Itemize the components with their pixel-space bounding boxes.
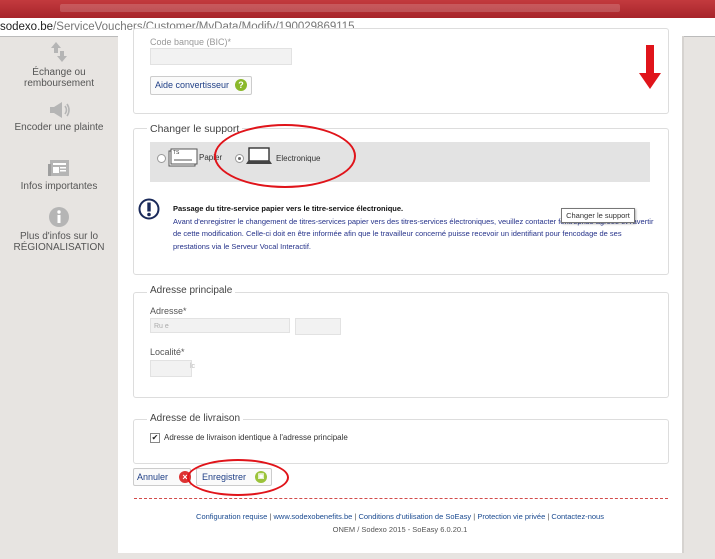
sidebar-item-plainte[interactable]: Encoder une plainte — [0, 101, 118, 133]
cancel-button-label: Annuler — [137, 472, 169, 482]
megaphone-icon — [50, 102, 70, 118]
footer-link-privacy[interactable]: Protection vie privée — [477, 512, 545, 521]
sidebar-item-regionalisation[interactable]: Plus d'infos sur lo RÉGIONALISATION — [0, 206, 118, 253]
scroll-edge — [682, 36, 684, 553]
sidebar-item-echange[interactable]: Échange ou remboursement — [0, 40, 118, 89]
annotation-ellipse-support — [214, 124, 356, 188]
red-down-arrow-icon — [639, 45, 661, 89]
street-label: Adresse* — [150, 306, 187, 316]
sidebar-item-infos[interactable]: Infos importantes — [0, 158, 118, 192]
postal-code-input[interactable] — [150, 360, 192, 377]
sidebar-item-label: Échange ou remboursement — [23, 67, 95, 89]
bic-label: Code banque (BIC)* — [150, 37, 232, 47]
footer-link-website[interactable]: www.sodexobenefits.be — [273, 512, 352, 521]
street-input[interactable]: Ru e — [150, 318, 290, 333]
url-host: sodexo.be — [0, 21, 54, 33]
bic-input[interactable] — [150, 48, 292, 65]
question-icon: ? — [235, 79, 247, 91]
delivery-legend: Adresse de livraison — [147, 413, 244, 424]
footer-link-contact[interactable]: Contactez-nous — [551, 512, 604, 521]
newspaper-icon — [48, 160, 69, 176]
city-value: lc — [190, 363, 196, 370]
info-circle-icon — [49, 207, 69, 227]
footer-link-conditions[interactable]: Conditions d'utilisation de SoEasy — [358, 512, 471, 521]
converter-help-button[interactable]: Aide convertisseur ? — [150, 76, 252, 95]
annotation-ellipse-save — [187, 459, 289, 496]
city-label: Localité* — [150, 347, 185, 357]
cancel-button[interactable]: Annuler × — [133, 468, 191, 486]
converter-help-label: Aide convertisseur — [155, 80, 230, 90]
support-legend: Changer le support — [147, 123, 243, 135]
paper-voucher-icon-text: TS — [173, 150, 180, 156]
radio-paper[interactable] — [157, 154, 166, 163]
house-number-input[interactable] — [295, 318, 341, 335]
sidebar-item-label: Encoder une plainte — [14, 122, 104, 133]
delivery-same-checkbox[interactable]: ✔ — [150, 433, 160, 443]
footer-version: ONEM / Sodexo 2015 - SoEasy 6.0.20.1 — [332, 525, 468, 534]
sidebar-item-label: Infos importantes — [20, 181, 98, 192]
browser-title-bar — [0, 0, 715, 18]
exchange-arrows-icon — [51, 42, 67, 62]
tooltip: Changer le support — [561, 208, 635, 223]
important-icon — [138, 198, 160, 220]
footer-links: Configuration requise | www.sodexobenefi… — [196, 512, 604, 521]
footer-divider — [134, 498, 668, 499]
browser-title-text-blur — [60, 4, 620, 12]
address-fieldset — [133, 292, 669, 398]
address-legend: Adresse principale — [147, 285, 236, 296]
sidebar-item-label: Plus d'infos sur lo RÉGIONALISATION — [13, 231, 105, 253]
footer-link-config[interactable]: Configuration requise — [196, 512, 267, 521]
delivery-same-label: Adresse de livraison identique à l'adres… — [164, 433, 348, 442]
support-info-title: Passage du titre-service papier vers le … — [173, 204, 404, 213]
